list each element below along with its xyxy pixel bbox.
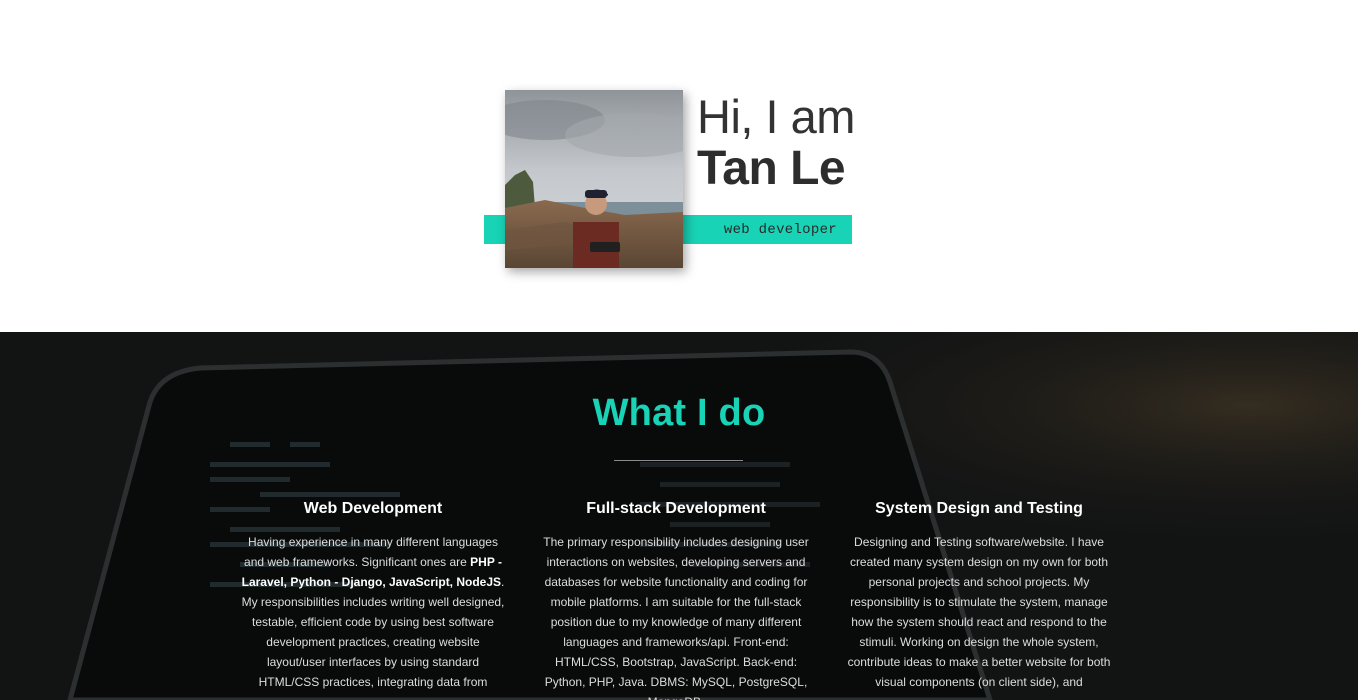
service-system-design-testing: System Design and Testing Designing and … xyxy=(844,500,1114,692)
service-heading: Web Development xyxy=(303,500,443,517)
title-divider xyxy=(614,460,743,461)
service-full-stack-development: Full-stack Development The primary respo… xyxy=(541,500,811,700)
service-description: Having experience in many different lang… xyxy=(241,535,505,689)
name-heading: Tan Le xyxy=(697,142,846,195)
service-description: Designing and Testing software/website. … xyxy=(847,535,1111,689)
role-text: web developer xyxy=(723,221,837,238)
hero-section: web developer Hi, I am Tan Le xyxy=(0,0,1358,332)
greeting-text: Hi, I am xyxy=(697,90,855,143)
service-description: The primary responsibility includes desi… xyxy=(543,535,809,700)
service-heading: System Design and Testing xyxy=(875,500,1083,517)
service-web-development: Web Development Having experience in man… xyxy=(238,500,508,692)
profile-photo xyxy=(505,90,683,268)
role-badge: web developer xyxy=(680,215,852,244)
what-i-do-title: What I do xyxy=(592,392,766,434)
service-heading: Full-stack Development xyxy=(586,500,766,517)
